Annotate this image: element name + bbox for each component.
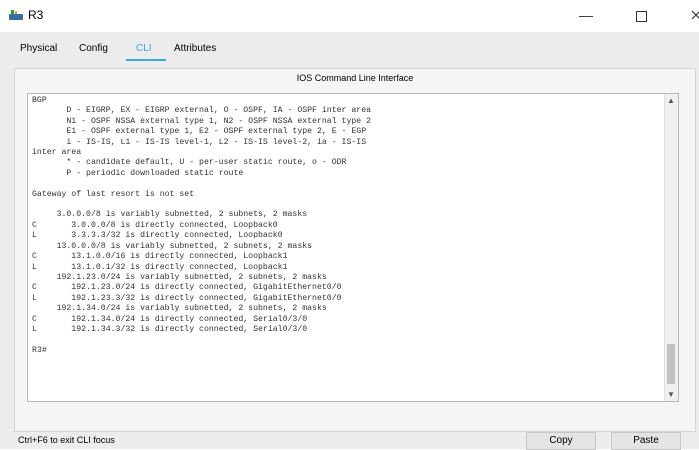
tab-attributes[interactable]: Attributes (174, 43, 216, 54)
close-icon (691, 10, 699, 20)
cli-terminal[interactable]: BGP D - EIGRP, EX - EIGRP external, O - … (27, 93, 679, 402)
close-button[interactable] (676, 2, 699, 28)
minimize-button[interactable]: — (566, 2, 606, 28)
tab-config[interactable]: Config (79, 43, 108, 54)
tab-cli[interactable]: CLI (136, 43, 152, 54)
cli-panel: IOS Command Line Interface BGP D - EIGRP… (14, 68, 696, 432)
cli-focus-hint: Ctrl+F6 to exit CLI focus (18, 435, 115, 445)
scroll-up-icon[interactable]: ▲ (667, 96, 675, 105)
maximize-icon (635, 10, 647, 22)
scroll-down-icon[interactable]: ▼ (667, 390, 675, 399)
paste-button[interactable]: Paste (611, 432, 681, 450)
tab-physical[interactable]: Physical (20, 43, 57, 54)
maximize-button[interactable] (621, 2, 661, 28)
tab-bar: Physical Config CLI Attributes (14, 40, 694, 64)
status-bar: Ctrl+F6 to exit CLI focus Copy Paste (14, 432, 694, 450)
window-title: R3 (28, 8, 44, 22)
scroll-thumb[interactable] (667, 344, 675, 384)
terminal-output[interactable]: BGP D - EIGRP, EX - EIGRP external, O - … (32, 96, 371, 356)
copy-button[interactable]: Copy (526, 432, 596, 450)
active-tab-indicator (126, 59, 166, 61)
terminal-scrollbar[interactable]: ▲ ▼ (664, 94, 678, 401)
title-bar: R3 — (0, 0, 699, 32)
window-body: Physical Config CLI Attributes IOS Comma… (0, 32, 699, 450)
router-icon (9, 10, 23, 20)
panel-title: IOS Command Line Interface (296, 73, 414, 83)
